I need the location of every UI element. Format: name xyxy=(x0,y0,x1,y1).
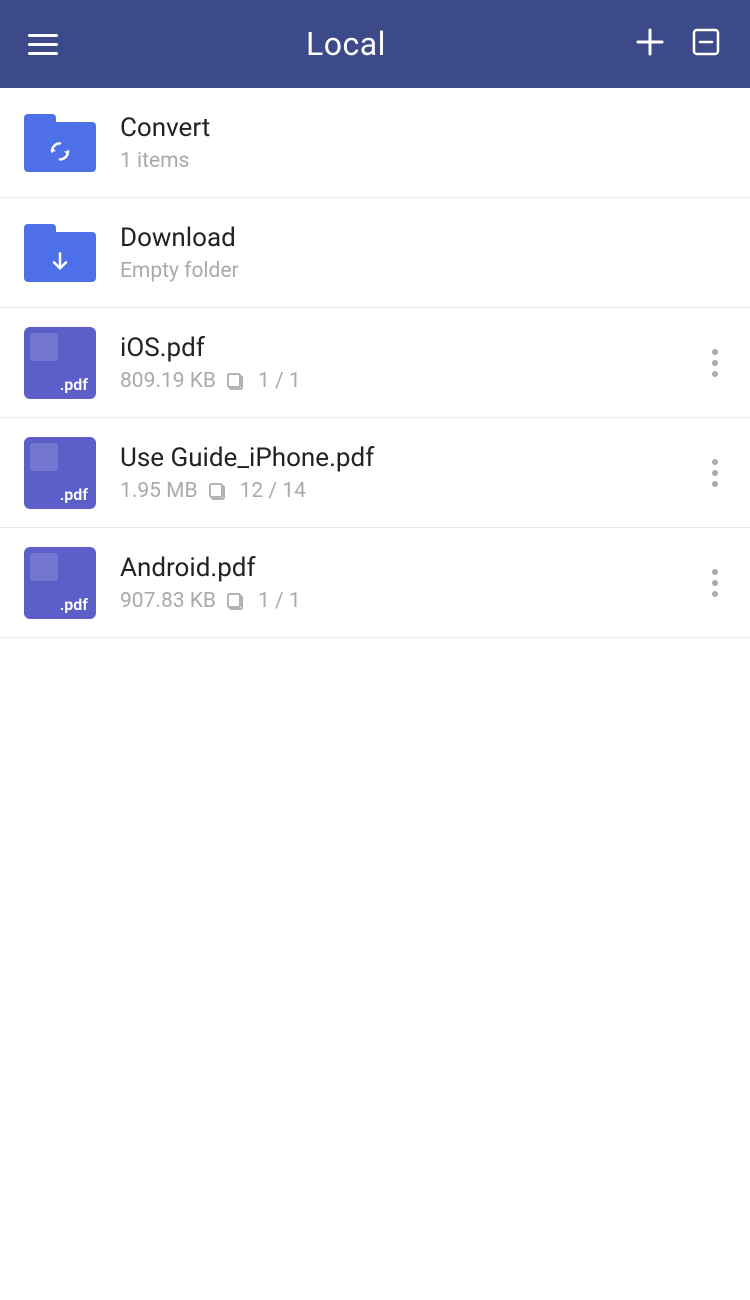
more-button-android[interactable] xyxy=(704,561,726,605)
pdf-label: .pdf xyxy=(60,597,88,613)
pdf-label: .pdf xyxy=(60,487,88,503)
use-guide-item-name: Use Guide_iPhone.pdf xyxy=(120,443,696,473)
android-pdf-item-meta: 907.83 KB 1 / 1 xyxy=(120,589,696,613)
ios-pdf-item-info: iOS.pdf 809.19 KB 1 / 1 xyxy=(112,333,696,393)
android-pdf-item-name: Android.pdf xyxy=(120,553,696,583)
pages-icon xyxy=(226,589,248,613)
page-title: Local xyxy=(306,25,386,63)
pages-icon xyxy=(226,369,248,393)
convert-item-name: Convert xyxy=(120,113,726,143)
list-item-convert[interactable]: Convert 1 items xyxy=(0,88,750,198)
list-item-android-pdf[interactable]: .pdf Android.pdf 907.83 KB 1 / 1 xyxy=(0,528,750,638)
edit-button[interactable] xyxy=(690,26,722,63)
list-item-download[interactable]: Download Empty folder xyxy=(0,198,750,308)
convert-folder-icon xyxy=(24,114,112,172)
file-list: Convert 1 items Download Empty fo xyxy=(0,88,750,638)
pdf-label: .pdf xyxy=(60,377,88,393)
download-item-info: Download Empty folder xyxy=(112,223,726,283)
add-button[interactable] xyxy=(634,26,666,63)
convert-item-meta: 1 items xyxy=(120,149,726,173)
header-actions xyxy=(634,26,722,63)
more-button-ios[interactable] xyxy=(704,341,726,385)
ios-pdf-icon: .pdf xyxy=(24,327,112,399)
use-guide-item-meta: 1.95 MB 12 / 14 xyxy=(120,479,696,503)
use-guide-item-info: Use Guide_iPhone.pdf 1.95 MB 12 / 14 xyxy=(112,443,696,503)
pages-icon xyxy=(208,479,230,503)
convert-item-info: Convert 1 items xyxy=(112,113,726,173)
download-item-name: Download xyxy=(120,223,726,253)
list-item-ios-pdf[interactable]: .pdf iOS.pdf 809.19 KB 1 / 1 xyxy=(0,308,750,418)
list-item-use-guide[interactable]: .pdf Use Guide_iPhone.pdf 1.95 MB 12 / 1… xyxy=(0,418,750,528)
android-pdf-icon: .pdf xyxy=(24,547,112,619)
android-pdf-item-info: Android.pdf 907.83 KB 1 / 1 xyxy=(112,553,696,613)
download-item-meta: Empty folder xyxy=(120,259,726,283)
use-guide-pdf-icon: .pdf xyxy=(24,437,112,509)
ios-pdf-item-meta: 809.19 KB 1 / 1 xyxy=(120,369,696,393)
ios-pdf-item-name: iOS.pdf xyxy=(120,333,696,363)
more-button-use-guide[interactable] xyxy=(704,451,726,495)
hamburger-menu-button[interactable] xyxy=(28,34,58,55)
download-folder-icon xyxy=(24,224,112,282)
app-header: Local xyxy=(0,0,750,88)
